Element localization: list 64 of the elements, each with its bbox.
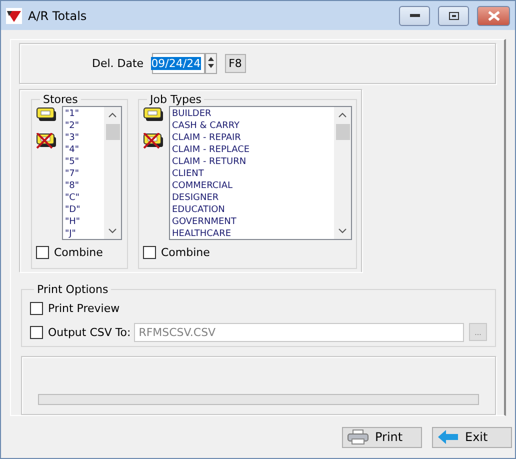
group-title: Job Types <box>148 92 202 106</box>
scroll-thumb[interactable] <box>336 124 350 140</box>
deselect-all-icon[interactable] <box>143 132 165 149</box>
list-item[interactable]: "D" <box>65 204 102 216</box>
maximize-button[interactable] <box>438 6 469 26</box>
printer-icon <box>347 429 369 445</box>
scroll-up-icon[interactable] <box>108 112 117 118</box>
scrollbar[interactable] <box>334 106 351 239</box>
maximize-icon <box>448 12 458 20</box>
list-item[interactable]: CLAIM - REPAIR <box>172 132 332 144</box>
date-field[interactable]: 09/24/24 <box>152 52 205 74</box>
list-item[interactable]: GOVERNMENT <box>172 216 332 228</box>
list-item[interactable]: CLIENT <box>172 168 332 180</box>
list-item[interactable]: "H" <box>65 216 102 228</box>
spin-button[interactable] <box>204 52 217 74</box>
list-item[interactable]: "8" <box>65 180 102 192</box>
list-item[interactable]: EDUCATION <box>172 204 332 216</box>
scroll-down-icon[interactable] <box>108 228 117 234</box>
checkbox-label: Combine <box>161 246 210 259</box>
lookup-button[interactable]: F8 <box>224 54 246 73</box>
list-item[interactable]: "J" <box>65 228 102 239</box>
close-icon <box>488 10 500 20</box>
scroll-up-icon[interactable] <box>338 112 347 118</box>
list-box[interactable]: BUILDER CASH & CARRY CLAIM - REPAIR CLAIM - REPLACE CLAIM - RETURN CLIENT COMMERCIAL DESIGNER EDUCATION GOVERNMENT HEALTHCARE <box>169 106 352 240</box>
checkbox[interactable] <box>30 326 43 339</box>
print-button[interactable]: Print <box>342 426 422 448</box>
checkbox-label: Print Preview <box>48 302 120 315</box>
group-title: Stores <box>42 92 79 106</box>
minimize-icon <box>410 14 420 18</box>
checkbox-label: Combine <box>54 246 103 259</box>
csv-path-field[interactable]: RFMSCSV.CSV <box>134 322 464 342</box>
close-button[interactable] <box>477 6 510 26</box>
list-item[interactable]: CASH & CARRY <box>172 120 332 132</box>
date-label: Del. Date <box>92 56 144 70</box>
list-item[interactable]: "2" <box>65 120 102 132</box>
list-item[interactable]: HEALTHCARE <box>172 228 332 239</box>
list-item[interactable]: DESIGNER <box>172 192 332 204</box>
exit-button[interactable]: Exit <box>432 426 512 448</box>
checkbox[interactable] <box>143 246 156 259</box>
list-item[interactable]: "1" <box>65 108 102 120</box>
list-item[interactable]: "7" <box>65 168 102 180</box>
app-logo-icon <box>6 8 22 24</box>
group-title: Print Options <box>36 282 110 296</box>
left-arrow-icon <box>437 429 459 445</box>
list-item[interactable]: COMMERCIAL <box>172 180 332 192</box>
list-box[interactable]: "1" "2" "3" "4" "5" "7" "8" "C" "D" "H" "J" <box>62 106 122 240</box>
list-item[interactable]: "C" <box>65 192 102 204</box>
list-item[interactable]: CLAIM - RETURN <box>172 156 332 168</box>
checkbox-label: Output CSV To: <box>48 326 131 339</box>
select-all-icon[interactable] <box>143 106 165 123</box>
scroll-thumb[interactable] <box>106 124 120 140</box>
scroll-down-icon[interactable] <box>338 228 347 234</box>
minimize-button[interactable] <box>399 6 430 26</box>
scrollbar[interactable] <box>104 106 121 239</box>
list-item[interactable]: BUILDER <box>172 108 332 120</box>
list-item[interactable]: "3" <box>65 132 102 144</box>
list-item[interactable]: CLAIM - REPLACE <box>172 144 332 156</box>
select-all-icon[interactable] <box>36 106 58 123</box>
window-title: A/R Totals <box>28 8 88 22</box>
deselect-all-icon[interactable] <box>36 132 58 149</box>
list-item[interactable]: "5" <box>65 156 102 168</box>
checkbox[interactable] <box>36 246 49 259</box>
list-item[interactable]: "4" <box>65 144 102 156</box>
checkbox[interactable] <box>30 302 43 315</box>
